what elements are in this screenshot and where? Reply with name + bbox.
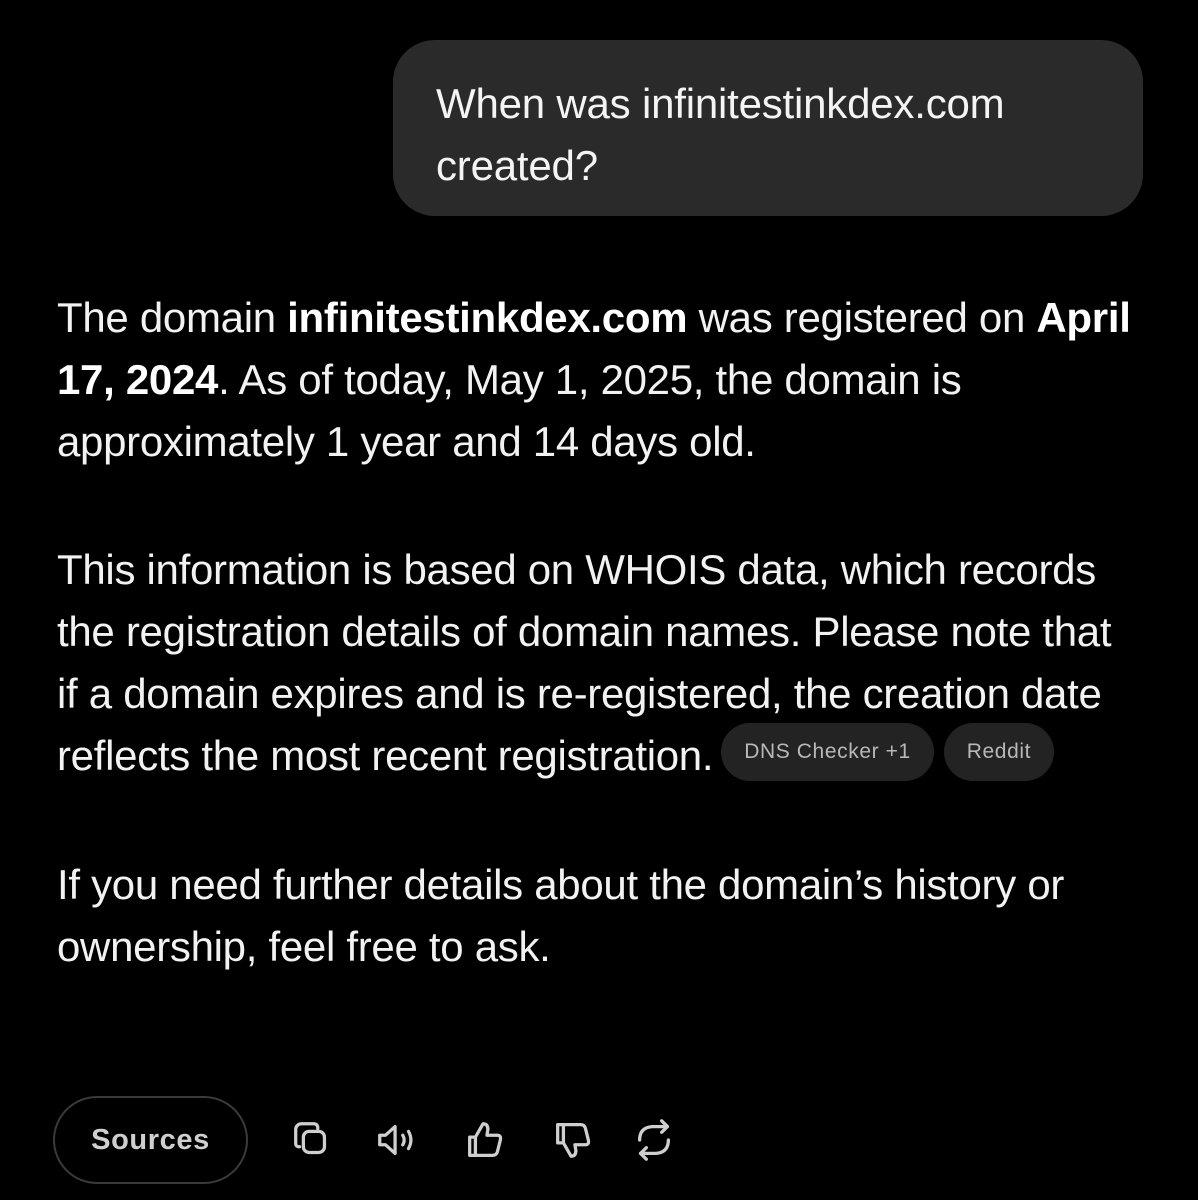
sources-button-label: Sources — [91, 1123, 210, 1156]
response-text: was registered on — [687, 294, 1037, 341]
thumbs-down-button[interactable] — [547, 1114, 599, 1166]
copy-icon — [294, 1122, 327, 1155]
read-aloud-button[interactable] — [371, 1114, 423, 1166]
user-message-bubble: When was infinitestinkdex.com created? — [393, 40, 1143, 216]
thumbs-down-icon — [556, 1123, 591, 1158]
response-text: If you need further details about the do… — [57, 860, 1065, 970]
response-action-bar: Sources — [53, 1096, 671, 1184]
regenerate-icon — [637, 1119, 671, 1161]
thumbs-up-icon — [468, 1122, 503, 1157]
citation-chip-reddit[interactable]: Reddit — [943, 722, 1055, 781]
sources-button[interactable]: Sources — [53, 1096, 248, 1184]
copy-button[interactable] — [286, 1114, 338, 1166]
response-paragraph-3: If you need further details about the do… — [57, 854, 1137, 978]
thumbs-up-button[interactable] — [459, 1114, 511, 1166]
assistant-response: The domain infinitestinkdex.com was regi… — [57, 287, 1137, 978]
response-paragraph-2: This information is based on WHOIS data,… — [57, 539, 1137, 788]
read-aloud-icon — [378, 1124, 413, 1156]
domain-name-bold: infinitestinkdex.com — [287, 294, 688, 341]
response-paragraph-1: The domain infinitestinkdex.com was regi… — [57, 287, 1137, 473]
regenerate-button[interactable] — [628, 1114, 680, 1166]
user-message-text: When was infinitestinkdex.com created? — [436, 80, 1005, 189]
citation-chip-dns-checker[interactable]: DNS Checker +1 — [721, 722, 934, 781]
response-text: The domain — [57, 294, 288, 341]
